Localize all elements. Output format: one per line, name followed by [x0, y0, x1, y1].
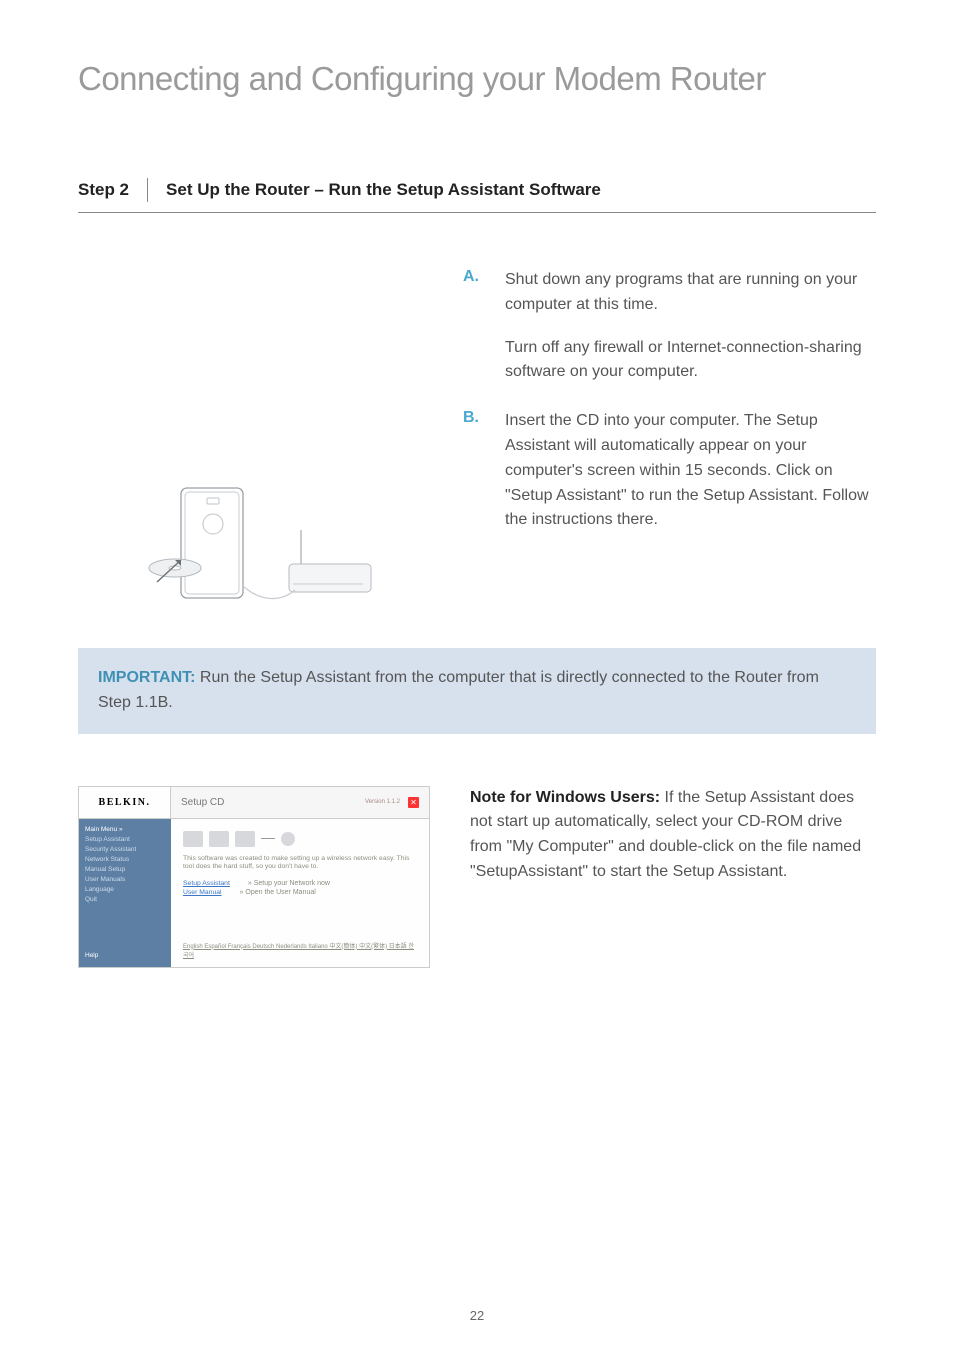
list-letter-b: B.	[463, 409, 485, 533]
item-a-paragraph-2: Turn off any firewall or Internet-connec…	[505, 336, 876, 386]
important-label: IMPORTANT:	[98, 669, 195, 686]
screenshot-description: This software was created to make settin…	[183, 855, 417, 873]
user-manual-hint: » Open the User Manual	[240, 889, 316, 896]
pc-icon	[209, 831, 229, 847]
step-header: Step 2 Set Up the Router – Run the Setup…	[78, 178, 876, 213]
cable-icon	[261, 838, 275, 839]
globe-icon	[281, 832, 295, 846]
sidebar-item: Language	[85, 885, 165, 895]
list-item-a: A. Shut down any programs that are runni…	[463, 268, 876, 385]
sidebar-item: Security Assistant	[85, 845, 165, 855]
sidebar-item: User Manuals	[85, 875, 165, 885]
windows-note-label: Note for Windows Users:	[470, 789, 660, 806]
setup-assistant-link: Setup Assistant	[183, 880, 230, 887]
page-number: 22	[0, 1308, 954, 1323]
item-a-paragraph-1: Shut down any programs that are running …	[505, 268, 876, 318]
wifi-icon	[235, 831, 255, 847]
step-label: Step 2	[78, 178, 148, 202]
screenshot-version: Version 1.1.2	[365, 799, 400, 805]
sidebar-help: Help	[85, 952, 165, 961]
list-item-b: B. Insert the CD into your computer. The…	[463, 409, 876, 533]
windows-note: Note for Windows Users: If the Setup Ass…	[470, 786, 876, 968]
important-callout: IMPORTANT: Run the Setup Assistant from …	[78, 648, 876, 734]
setup-cd-screenshot: BELKIN. Setup CD Version 1.1.2 ✕ Main Me…	[78, 786, 430, 968]
sidebar-item: Quit	[85, 895, 165, 905]
setup-assistant-hint: » Setup your Network now	[248, 880, 330, 887]
screenshot-title: Setup CD	[181, 797, 224, 808]
important-text: Run the Setup Assistant from the compute…	[98, 669, 819, 711]
belkin-logo: BELKIN.	[79, 787, 171, 818]
step-title: Set Up the Router – Run the Setup Assist…	[148, 180, 601, 200]
sidebar-item: Setup Assistant	[85, 835, 165, 845]
pc-router-illustration-icon	[131, 478, 391, 618]
page-title: Connecting and Configuring your Modem Ro…	[78, 60, 876, 98]
monitor-icon	[183, 831, 203, 847]
list-letter-a: A.	[463, 268, 485, 385]
sidebar-item: Manual Setup	[85, 865, 165, 875]
sidebar-main-menu: Main Menu »	[85, 825, 165, 835]
language-links: English Español Français Deutsch Nederla…	[183, 941, 417, 959]
illustration	[78, 268, 443, 618]
close-icon: ✕	[408, 797, 419, 808]
sidebar-item: Network Status	[85, 855, 165, 865]
user-manual-link: User Manual	[183, 889, 222, 896]
item-b-paragraph-1: Insert the CD into your computer. The Se…	[505, 409, 876, 533]
